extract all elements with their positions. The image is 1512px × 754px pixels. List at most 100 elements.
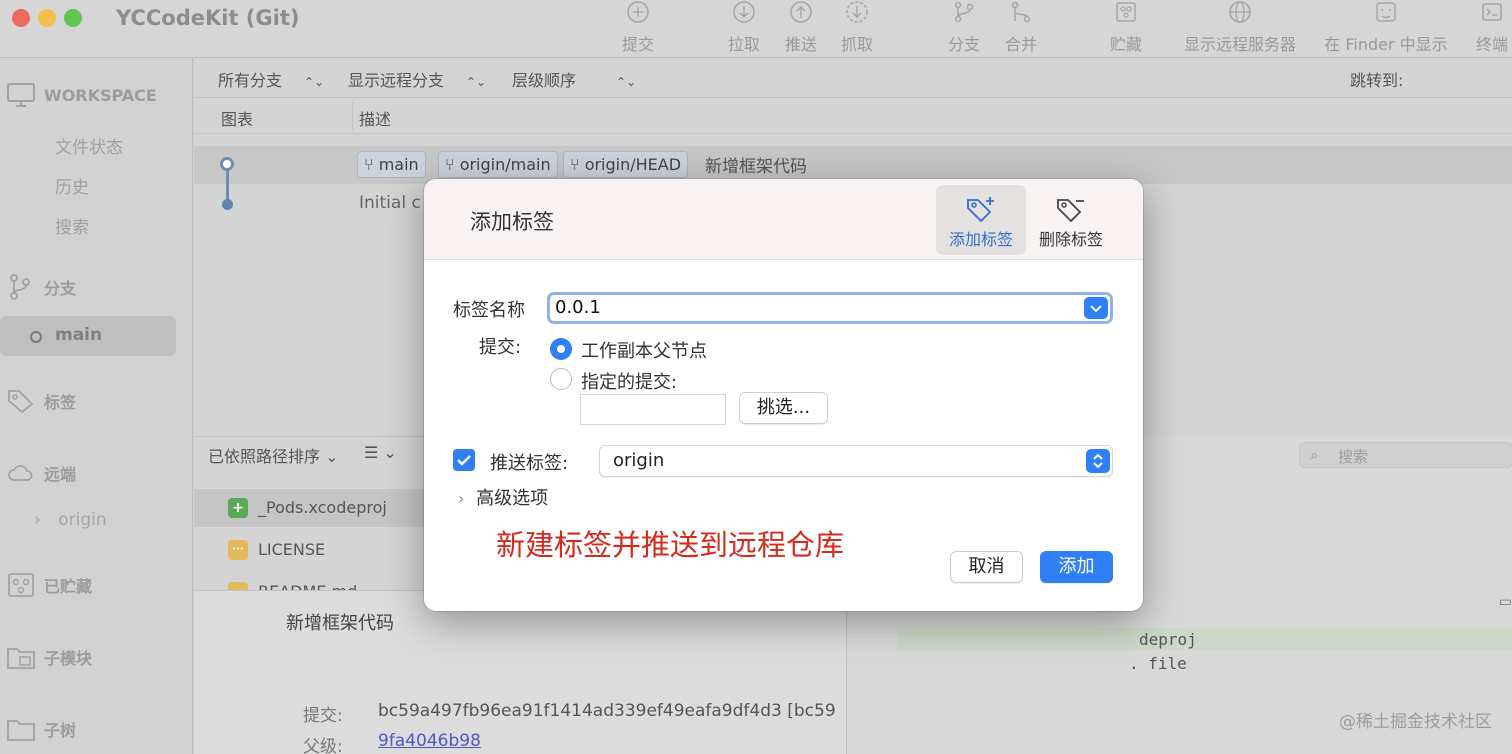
file-row[interactable]: ··· README.md — [194, 573, 424, 590]
stash-icon — [1116, 2, 1136, 22]
branch-toolbar-button[interactable]: 分支 — [944, 0, 984, 56]
column-headers: 图表 描述 — [194, 98, 1512, 134]
tag-name-dropdown-button[interactable] — [1084, 297, 1108, 319]
column-divider — [352, 102, 353, 130]
zoom-window-button[interactable] — [64, 9, 82, 27]
plus-circle-icon — [627, 1, 649, 23]
show-remote-toolbar-button[interactable]: 显示远程服务器 — [1178, 0, 1302, 56]
commit-row-message[interactable]: Initial c — [359, 193, 421, 213]
branch-badge-main[interactable]: ⑂ main — [357, 151, 426, 178]
push-tag-checkbox[interactable] — [453, 449, 475, 471]
checkmark-icon — [457, 455, 471, 466]
search-icon: ⌕ — [1310, 446, 1319, 464]
specified-commit-input[interactable] — [580, 394, 726, 425]
tag-name-input[interactable]: 0.0.1 — [555, 297, 601, 318]
fetch-toolbar-button[interactable]: 抓取 — [837, 0, 877, 56]
sidebar-item-search[interactable]: 搜索 — [55, 213, 89, 238]
sort-by-path-select[interactable]: 已依照路径排序 ⌄ — [208, 443, 339, 467]
commit-label: 提交: — [479, 337, 522, 358]
add-button[interactable]: 添加 — [1040, 551, 1113, 583]
arrow-up-circle-icon — [790, 1, 812, 23]
hierarchy-order-select[interactable]: 层级顺序 ⌃⌄ — [512, 67, 636, 91]
push-tag-label: 推送标签: — [490, 453, 569, 474]
radio-working-copy-parent[interactable] — [550, 338, 572, 360]
updown-chevron-icon: ⌃⌄ — [616, 75, 637, 89]
radio-working-copy-parent-label[interactable]: 工作副本父节点 — [581, 337, 707, 363]
updown-chevron-icon — [1086, 449, 1110, 473]
tab-delete-tag[interactable]: 删除标签 — [1026, 185, 1116, 255]
cancel-button[interactable]: 取消 — [950, 551, 1023, 583]
tag-name-combobox[interactable]: 0.0.1 — [547, 292, 1113, 324]
sidebar-section-subtrees[interactable]: 子树 — [6, 716, 76, 742]
column-graph[interactable]: 图表 — [221, 106, 253, 130]
branch-icon — [10, 274, 30, 300]
tag-add-icon — [967, 197, 994, 223]
parent-hash-link[interactable]: 9fa4046b98 — [378, 731, 481, 751]
tab-add-tag[interactable]: 添加标签 — [936, 185, 1026, 255]
dialog-header: 添加标签 添加标签 删除标签 — [424, 179, 1143, 260]
annotation-text: 新建标签并推送到远程仓库 — [496, 528, 845, 562]
stash-icon — [8, 573, 34, 597]
diff-line: deproj — [1139, 630, 1197, 649]
sidebar-section-tags[interactable]: 标签 — [6, 388, 76, 414]
chevron-right-icon: › — [458, 489, 465, 508]
graph-node — [222, 199, 233, 210]
sidebar-section-remotes[interactable]: 远端 — [6, 460, 76, 486]
window-titlebar: YCCodeKit (Git) 提交 拉取 推送 抓取 分支 合并 贮藏 显示远… — [0, 0, 1512, 58]
sidebar-section-branches[interactable]: 分支 — [6, 274, 76, 300]
jump-to-label: 跳转到: — [1350, 71, 1404, 90]
terminal-toolbar-button[interactable]: 终端 — [1472, 0, 1512, 56]
advanced-options-toggle[interactable]: › 高级选项 — [458, 484, 548, 510]
chevron-down-icon — [1090, 305, 1102, 313]
sidebar-section-workspace: WORKSPACE — [6, 82, 157, 108]
terminal-icon — [1482, 3, 1502, 21]
diff-added-line-bg — [897, 628, 1512, 650]
sidebar-item-remote-origin[interactable]: › origin — [34, 510, 107, 530]
finder-icon — [1376, 2, 1396, 22]
branch-icon: ⑂ — [570, 155, 585, 174]
parent-label: 父级: — [303, 737, 343, 754]
search-input[interactable]: ⌕ 搜索 — [1299, 442, 1512, 468]
watermark: @稀土掘金技术社区 — [1339, 712, 1492, 732]
all-branches-select[interactable]: 所有分支 ⌃⌄ — [218, 67, 324, 91]
radio-specified-commit[interactable] — [550, 368, 572, 390]
merge-toolbar-button[interactable]: 合并 — [1001, 0, 1041, 56]
sidebar-item-branch-main[interactable]: main — [0, 316, 176, 356]
file-row[interactable]: + _Pods.xcodeproj — [194, 489, 424, 527]
chevron-right-icon: › — [34, 510, 41, 530]
pick-commit-button[interactable]: 挑选... — [739, 392, 828, 424]
filter-bar: 所有分支 ⌃⌄ 显示远程分支 ⌃⌄ 层级顺序 ⌃⌄ 跳转到: — [194, 58, 1512, 98]
updown-chevron-icon: ⌃⌄ — [466, 75, 487, 89]
sidebar-item-history[interactable]: 历史 — [55, 173, 89, 198]
modified-icon: ··· — [228, 540, 248, 560]
branch-badge-origin-main[interactable]: ⑂ origin/main — [438, 151, 558, 178]
commit-hash-label: 提交: — [303, 706, 343, 726]
sidebar-section-submodules[interactable]: 子模块 — [6, 644, 92, 670]
commit-toolbar-button[interactable]: 提交 — [617, 0, 659, 56]
subtree-icon — [7, 720, 35, 741]
pull-toolbar-button[interactable]: 拉取 — [724, 0, 764, 56]
fetch-icon — [846, 1, 868, 23]
radio-specified-commit-label[interactable]: 指定的提交: — [581, 368, 677, 394]
stash-toolbar-button[interactable]: 贮藏 — [1106, 0, 1146, 56]
tag-icon — [8, 390, 34, 414]
added-icon: + — [228, 498, 248, 518]
expand-icon[interactable]: ▭ — [1499, 594, 1512, 610]
show-in-finder-toolbar-button[interactable]: 在 Finder 中显示 — [1320, 0, 1452, 56]
list-view-select[interactable]: ☰ ⌄ — [364, 443, 397, 462]
merge-icon — [1011, 1, 1031, 23]
branch-icon: ⑂ — [364, 155, 379, 174]
sidebar-item-file-status[interactable]: 文件状态 — [55, 133, 123, 158]
file-row[interactable]: ··· LICENSE — [194, 531, 424, 569]
push-remote-select[interactable]: origin — [599, 445, 1113, 477]
tag-remove-icon — [1057, 199, 1084, 223]
push-toolbar-button[interactable]: 推送 — [781, 0, 821, 56]
commit-detail-title: 新增框架代码 — [286, 613, 394, 634]
show-remote-branches-select[interactable]: 显示远程分支 ⌃⌄ — [348, 67, 486, 91]
branch-icon — [954, 1, 974, 23]
branch-badge-origin-head[interactable]: ⑂ origin/HEAD — [563, 151, 689, 178]
close-window-button[interactable] — [12, 9, 30, 27]
sidebar-section-stashes[interactable]: 已贮藏 — [6, 572, 92, 598]
minimize-window-button[interactable] — [38, 9, 56, 27]
column-description[interactable]: 描述 — [359, 106, 391, 130]
